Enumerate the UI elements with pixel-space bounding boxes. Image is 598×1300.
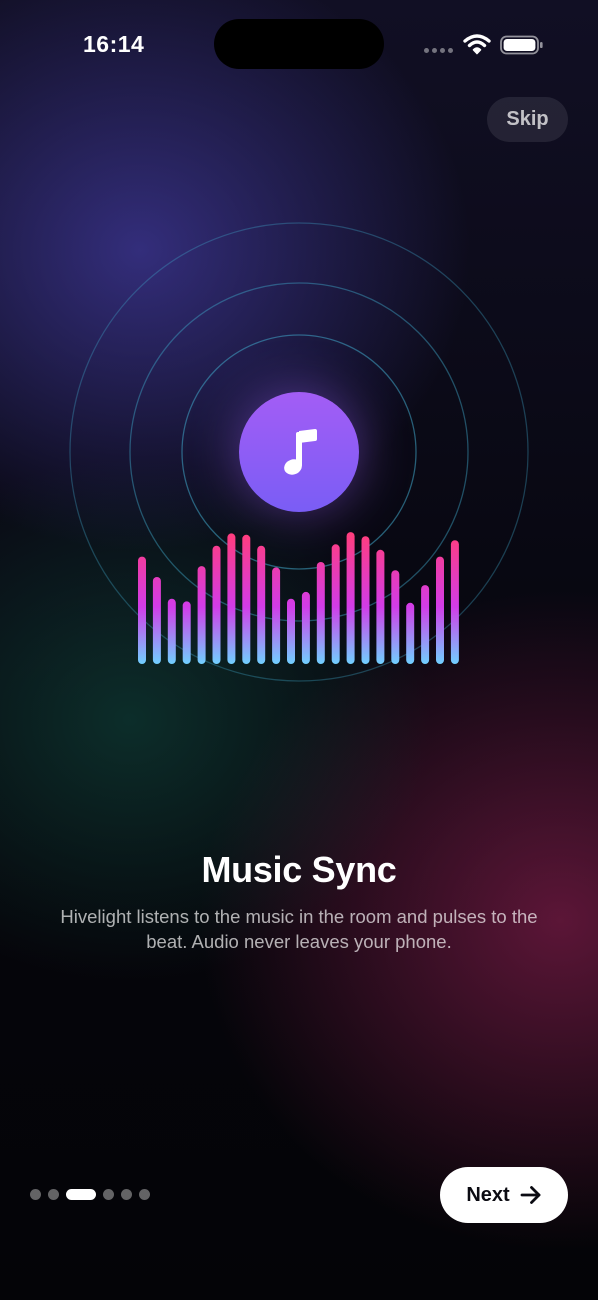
equalizer-bar <box>450 540 459 664</box>
equalizer-bar <box>331 544 340 664</box>
next-label: Next <box>466 1183 510 1206</box>
page-dot[interactable] <box>121 1189 132 1200</box>
equalizer-bar <box>436 556 444 664</box>
page-dot[interactable] <box>103 1189 114 1200</box>
equalizer-bar <box>167 598 176 664</box>
equalizer-bar <box>242 534 251 664</box>
equalizer-bar <box>152 577 161 664</box>
equalizer-bar <box>287 598 295 664</box>
equalizer-bar <box>361 536 370 664</box>
page-description: Hivelight listens to the music in the ro… <box>60 906 538 952</box>
page-dot-active[interactable] <box>66 1189 96 1200</box>
equalizer-bar <box>346 532 355 664</box>
equalizer-bar <box>272 567 281 664</box>
equalizer-bar <box>406 602 415 664</box>
equalizer-bar <box>257 545 266 664</box>
equalizer-bar <box>138 556 146 664</box>
equalizer-bar <box>421 585 430 664</box>
arrow-right-icon <box>520 1186 541 1204</box>
equalizer-bar <box>212 545 221 664</box>
equalizer-bar <box>227 533 236 664</box>
page-title: Music Sync <box>201 849 397 890</box>
page-dot[interactable] <box>139 1189 150 1200</box>
page-dot[interactable] <box>30 1189 41 1200</box>
onboarding-screen: 16:14 Skip Music Sync Hivelight listens … <box>0 0 598 1300</box>
equalizer-bar <box>316 562 325 664</box>
equalizer-bar <box>301 591 310 664</box>
equalizer-bar <box>391 570 400 664</box>
equalizer-bar <box>376 549 385 664</box>
page-dot[interactable] <box>48 1189 59 1200</box>
equalizer-bar <box>197 566 206 664</box>
equalizer-bar <box>182 601 191 664</box>
page-indicator <box>30 1189 150 1200</box>
equalizer-bars <box>138 532 459 664</box>
next-button[interactable]: Next <box>440 1167 568 1223</box>
